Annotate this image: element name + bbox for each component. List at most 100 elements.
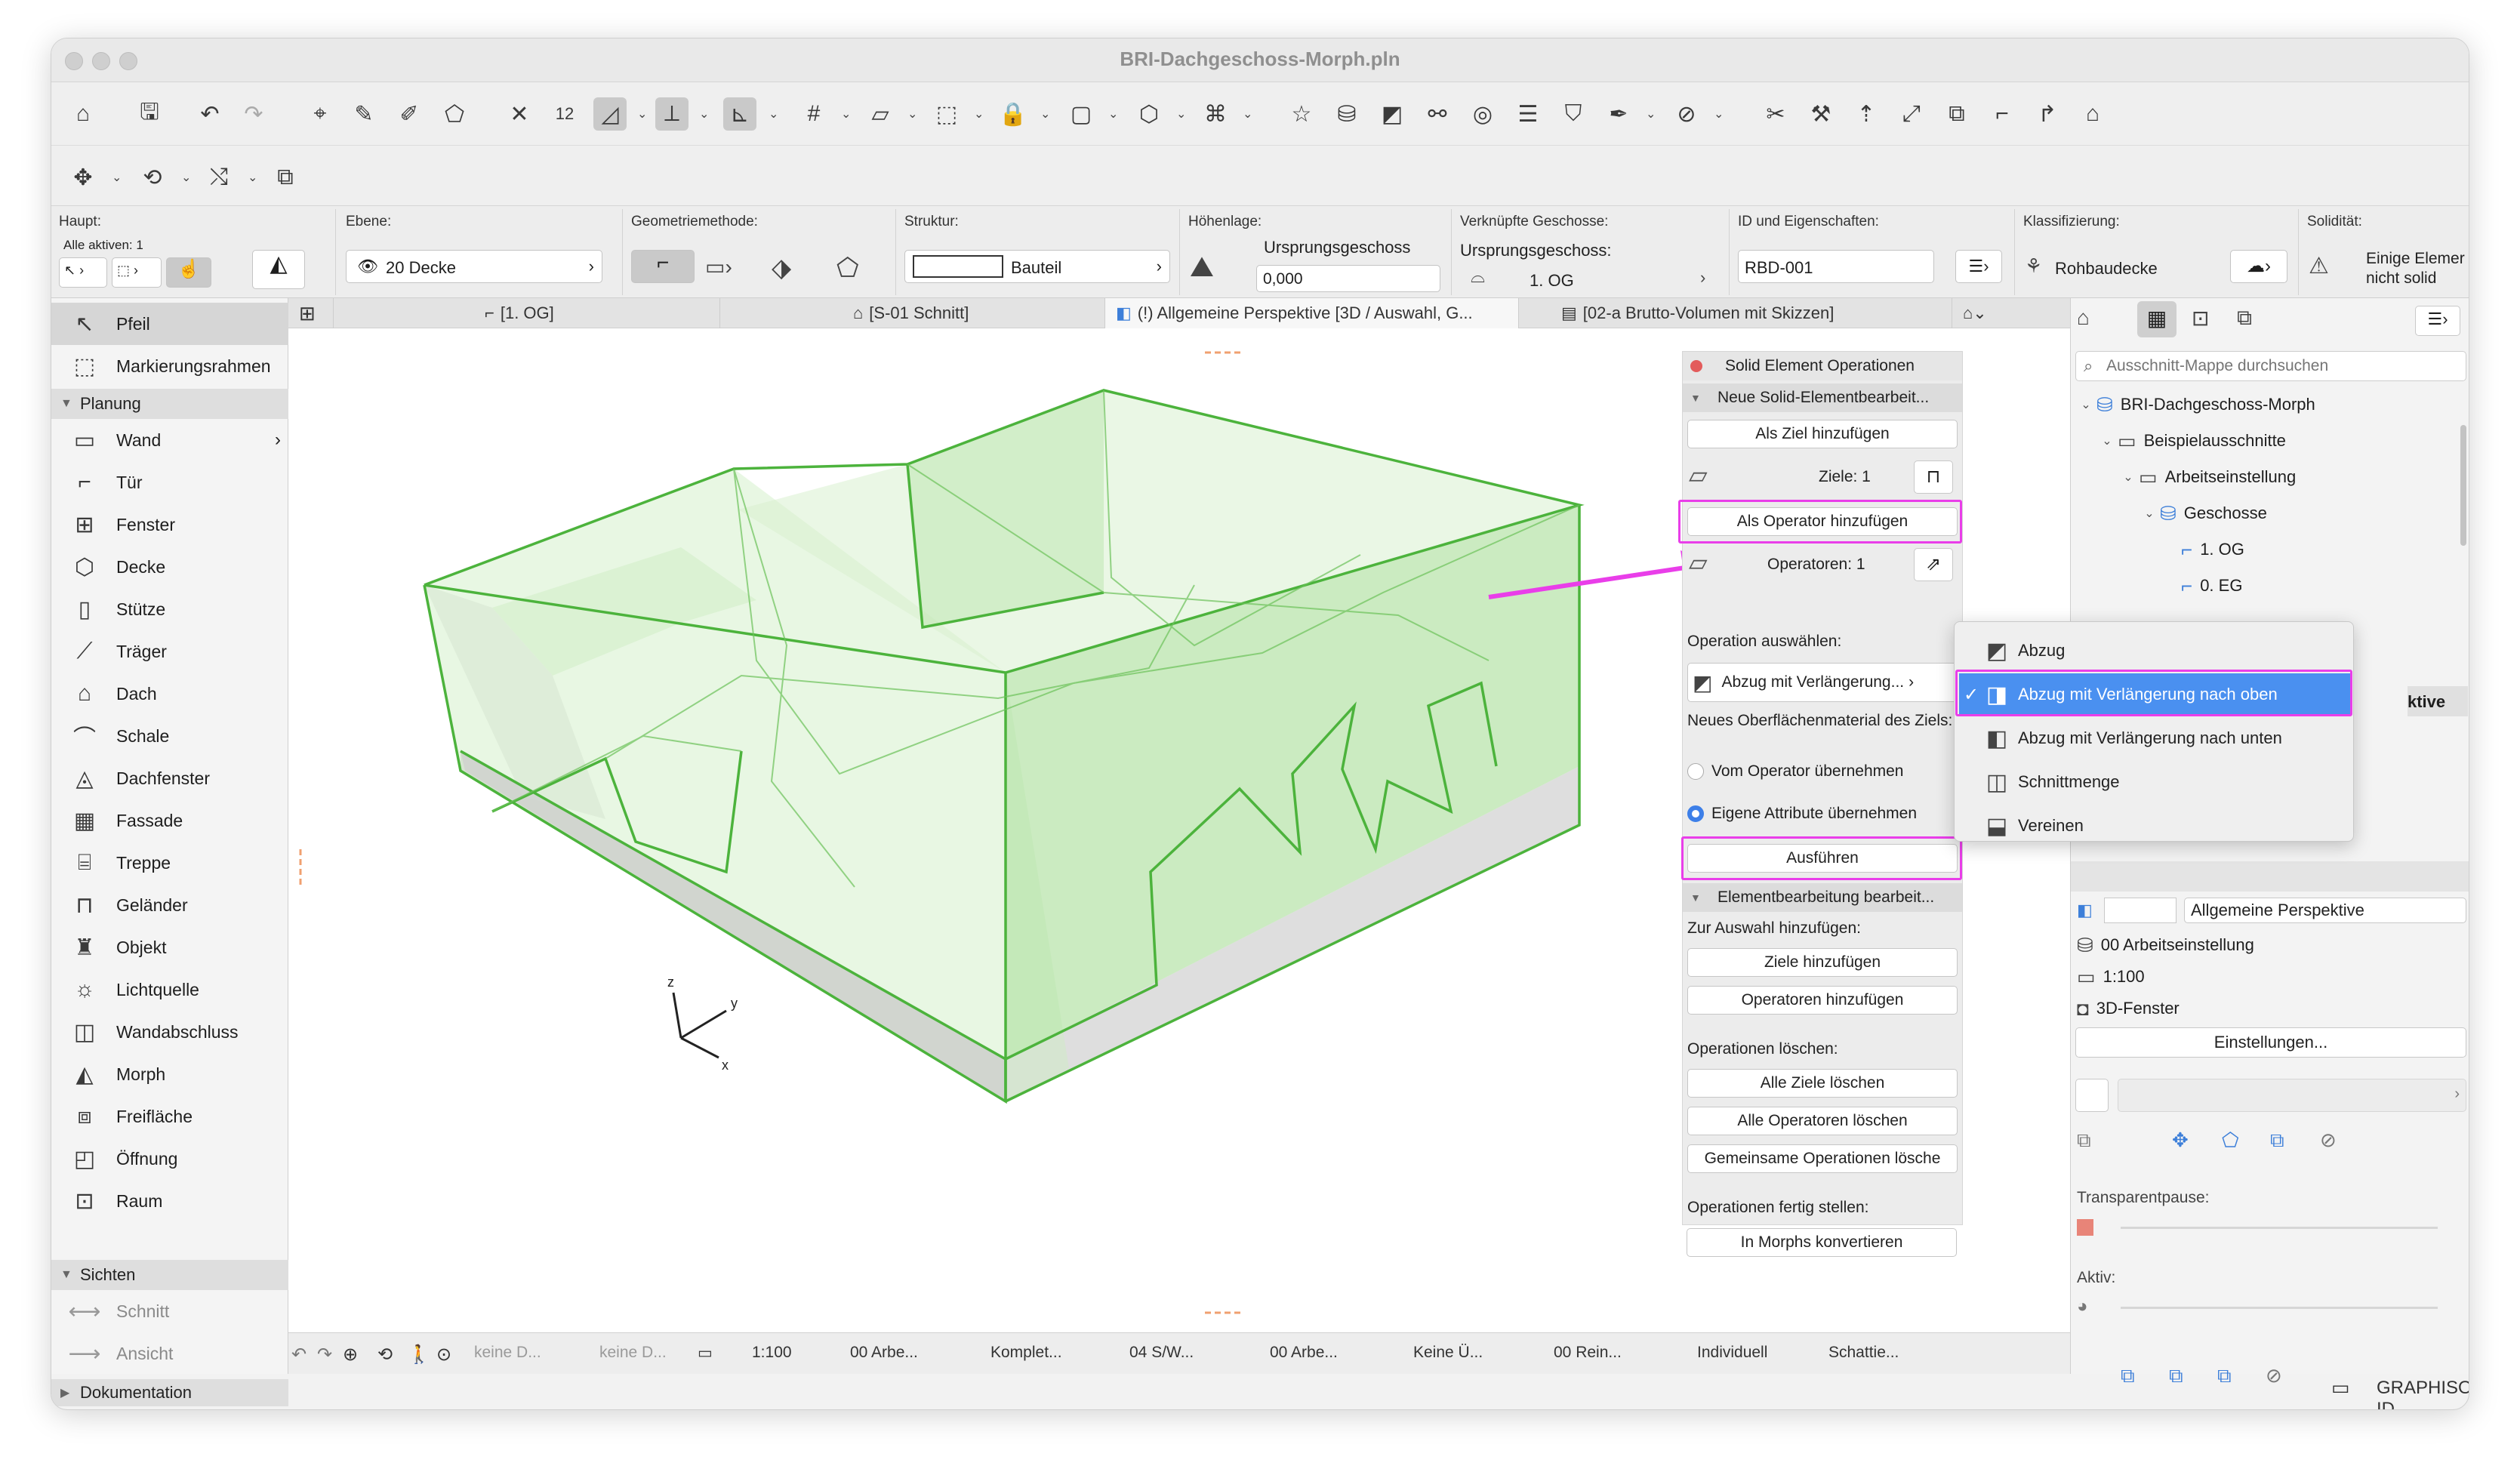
layout-preview-icon[interactable] bbox=[2075, 1079, 2109, 1112]
palette-icon[interactable]: ◕ bbox=[2077, 1296, 2088, 1317]
tab-1-og[interactable]: ⌐ [1. OG] bbox=[334, 298, 720, 328]
home-icon[interactable]: ⌂ bbox=[66, 97, 100, 131]
chevron-down-icon[interactable]: ⌄ bbox=[769, 106, 778, 122]
elevate-icon[interactable]: ⇡ bbox=[1850, 97, 1883, 131]
geometry-rect-icon[interactable]: ▭› bbox=[705, 254, 732, 279]
select-targets-icon[interactable]: ⊓ bbox=[1914, 460, 1953, 494]
tree-item-0-eg[interactable]: ⌐ 0. EG bbox=[2181, 568, 2242, 603]
select-operators-icon[interactable]: ⇗ bbox=[1914, 548, 1953, 581]
window-type-row[interactable]: ◘ 3D-Fenster bbox=[2077, 991, 2180, 1026]
tool-treppe[interactable]: ⌸ Treppe bbox=[51, 842, 288, 884]
tag-icon[interactable]: ⛉ bbox=[1557, 97, 1590, 131]
orbit-icon[interactable]: ⟲ bbox=[377, 1344, 393, 1366]
selection-settings-icon[interactable]: ☝ bbox=[166, 257, 211, 288]
chevron-down-icon[interactable]: ⌄ bbox=[637, 106, 647, 122]
magic-wand-icon[interactable]: ⬠ bbox=[438, 97, 471, 131]
redo-view-icon[interactable]: ↷ bbox=[317, 1344, 332, 1366]
3d-cutaway-icon[interactable]: ⬡ bbox=[1132, 97, 1166, 131]
status-renovation[interactable]: 00 Rein... bbox=[1554, 1344, 1622, 1362]
menu-item-abzug[interactable]: ◩ Abzug bbox=[1959, 630, 2350, 672]
chevron-right-icon[interactable]: › bbox=[1700, 268, 1705, 288]
tool-stütze[interactable]: ▯ Stütze bbox=[51, 588, 288, 630]
attributes-icon[interactable]: ⛁ bbox=[1330, 97, 1363, 131]
layer-combination-row[interactable]: ⛁ 00 Arbeitseinstellung bbox=[2077, 928, 2254, 962]
tool-wandabschluss[interactable]: ◫ Wandabschluss bbox=[51, 1011, 288, 1053]
publisher-icon[interactable]: ⧉ bbox=[2237, 306, 2252, 331]
renovation-icon[interactable]: ⊘ bbox=[1670, 97, 1703, 131]
guide-lines-icon[interactable]: ◿ bbox=[593, 97, 627, 131]
project-map-icon[interactable]: ⌂ bbox=[2077, 306, 2090, 330]
undo-icon[interactable]: ↶ bbox=[193, 97, 226, 131]
section-dokumentation[interactable]: ▶ Dokumentation bbox=[51, 1379, 288, 1406]
tool-objekt[interactable]: ♜ Objekt bbox=[51, 926, 288, 969]
home-story-value[interactable]: 1. OG bbox=[1530, 271, 1574, 291]
chevron-down-icon[interactable]: ⌄ bbox=[112, 170, 122, 185]
chevron-down-icon[interactable]: ⌄ bbox=[1040, 106, 1050, 122]
pick-up-icon[interactable]: ✎ bbox=[347, 97, 380, 131]
save-view-icon[interactable]: ⧉ bbox=[2270, 1129, 2284, 1153]
grid-icon[interactable]: # bbox=[797, 97, 830, 131]
close-palette-icon[interactable] bbox=[1690, 360, 1702, 372]
undo-view-icon[interactable]: ↶ bbox=[291, 1344, 307, 1366]
view-map-icon[interactable]: ▦ bbox=[2137, 301, 2177, 337]
chevron-down-icon[interactable]: ⌄ bbox=[1714, 106, 1724, 122]
status-override[interactable]: Keine Ü... bbox=[1413, 1344, 1483, 1362]
marquee-selector-icon[interactable]: ⬚ › bbox=[112, 257, 162, 288]
zoom-icon[interactable]: ⊕ bbox=[343, 1344, 358, 1366]
cloud-icon[interactable]: ☁› bbox=[2230, 250, 2287, 283]
palette-header[interactable]: Solid Element Operationen bbox=[1683, 352, 1962, 380]
tool-schale[interactable]: ⌒ Schale bbox=[51, 715, 288, 757]
tool-morph[interactable]: ◭ Morph bbox=[51, 1053, 288, 1095]
tool-dachfenster[interactable]: ◬ Dachfenster bbox=[51, 757, 288, 799]
roof-tool-icon[interactable]: ⌂ bbox=[2076, 97, 2109, 131]
multiply-icon[interactable]: ⧉ bbox=[269, 161, 302, 194]
save-icon[interactable]: 🖫 bbox=[133, 97, 166, 131]
slab-settings-icon[interactable]: ◭ bbox=[252, 250, 305, 289]
new-folder-icon[interactable]: ✥ bbox=[2172, 1129, 2189, 1152]
radio-from-operator[interactable]: Vom Operator übernehmen bbox=[1687, 762, 1903, 781]
fillet-icon[interactable]: ⌐ bbox=[1986, 97, 2019, 131]
section-icon[interactable]: ◩ bbox=[1376, 97, 1409, 131]
walk-icon[interactable]: 🚶 bbox=[408, 1344, 430, 1366]
transparency-slider[interactable] bbox=[2121, 1227, 2438, 1229]
tool-fassade[interactable]: ▦ Fassade bbox=[51, 799, 288, 842]
settings-button[interactable]: Einstellungen... bbox=[2075, 1027, 2466, 1058]
section-new-operation[interactable]: ▼ Neue Solid-Elementbearbeit... bbox=[1683, 383, 1962, 412]
chevron-down-icon[interactable]: ⌄ bbox=[974, 106, 984, 122]
scale-row[interactable]: ▭ 1:100 bbox=[2077, 959, 2145, 994]
arrow-selector-icon[interactable]: ↖ › bbox=[59, 257, 107, 288]
rotate-icon[interactable]: ⟲ bbox=[136, 161, 169, 194]
chevron-down-icon[interactable]: ⌄ bbox=[1176, 106, 1186, 122]
tree-item-partial[interactable]: ktive bbox=[2408, 686, 2468, 716]
suspend-groups-icon[interactable]: ⬚ bbox=[930, 97, 963, 131]
overlay-icon-2[interactable]: ⧉ bbox=[2169, 1364, 2183, 1388]
tool-freifläche[interactable]: ⧈ Freifläche bbox=[51, 1095, 288, 1138]
globe-icon[interactable]: ◎ bbox=[1466, 97, 1499, 131]
delete-all-targets-button[interactable]: Alle Ziele löschen bbox=[1687, 1069, 1958, 1098]
tool-ansicht[interactable]: ⟶ Ansicht bbox=[51, 1332, 288, 1375]
mirror-icon[interactable]: ⤭ bbox=[202, 161, 236, 194]
redo-icon[interactable]: ↷ bbox=[237, 97, 270, 131]
classification-value[interactable]: Rohbaudecke bbox=[2055, 259, 2158, 279]
inject-icon[interactable]: ✐ bbox=[393, 97, 426, 131]
section-planung[interactable]: ▼ Planung bbox=[51, 389, 288, 419]
navigator-search[interactable]: ⌕ bbox=[2075, 351, 2466, 381]
pen-sets-icon[interactable]: ✒ bbox=[1602, 97, 1635, 131]
color-swatch-icon[interactable] bbox=[2077, 1219, 2093, 1236]
tab-s01-schnitt[interactable]: ⌂ [S-01 Schnitt] bbox=[720, 298, 1105, 328]
navigator-menu-icon[interactable]: ☰› bbox=[2415, 306, 2460, 336]
geometry-rotated-icon[interactable]: ⬗ bbox=[772, 253, 791, 283]
drag-icon[interactable]: ✥ bbox=[66, 161, 100, 194]
snap-guides-icon[interactable]: ⟂ bbox=[655, 97, 689, 131]
chevron-down-icon[interactable]: ⌄ bbox=[248, 170, 257, 185]
properties-header[interactable] bbox=[2071, 861, 2469, 892]
chevron-down-icon[interactable]: ⌄ bbox=[907, 106, 917, 122]
tree-item-geschosse[interactable]: ⌄ ⛁ Geschosse bbox=[2139, 496, 2267, 531]
status-custom[interactable]: Individuell bbox=[1697, 1344, 1767, 1362]
explode-icon[interactable]: ⌘ bbox=[1199, 97, 1232, 131]
tool-öffnung[interactable]: ◰ Öffnung bbox=[51, 1138, 288, 1180]
active-slider[interactable] bbox=[2121, 1307, 2438, 1309]
curve-icon[interactable]: ↱ bbox=[2031, 97, 2064, 131]
clone-icon[interactable]: ⧉ bbox=[2077, 1129, 2091, 1153]
tab-menu-icon[interactable]: ⌂⌄ bbox=[1952, 298, 2013, 328]
